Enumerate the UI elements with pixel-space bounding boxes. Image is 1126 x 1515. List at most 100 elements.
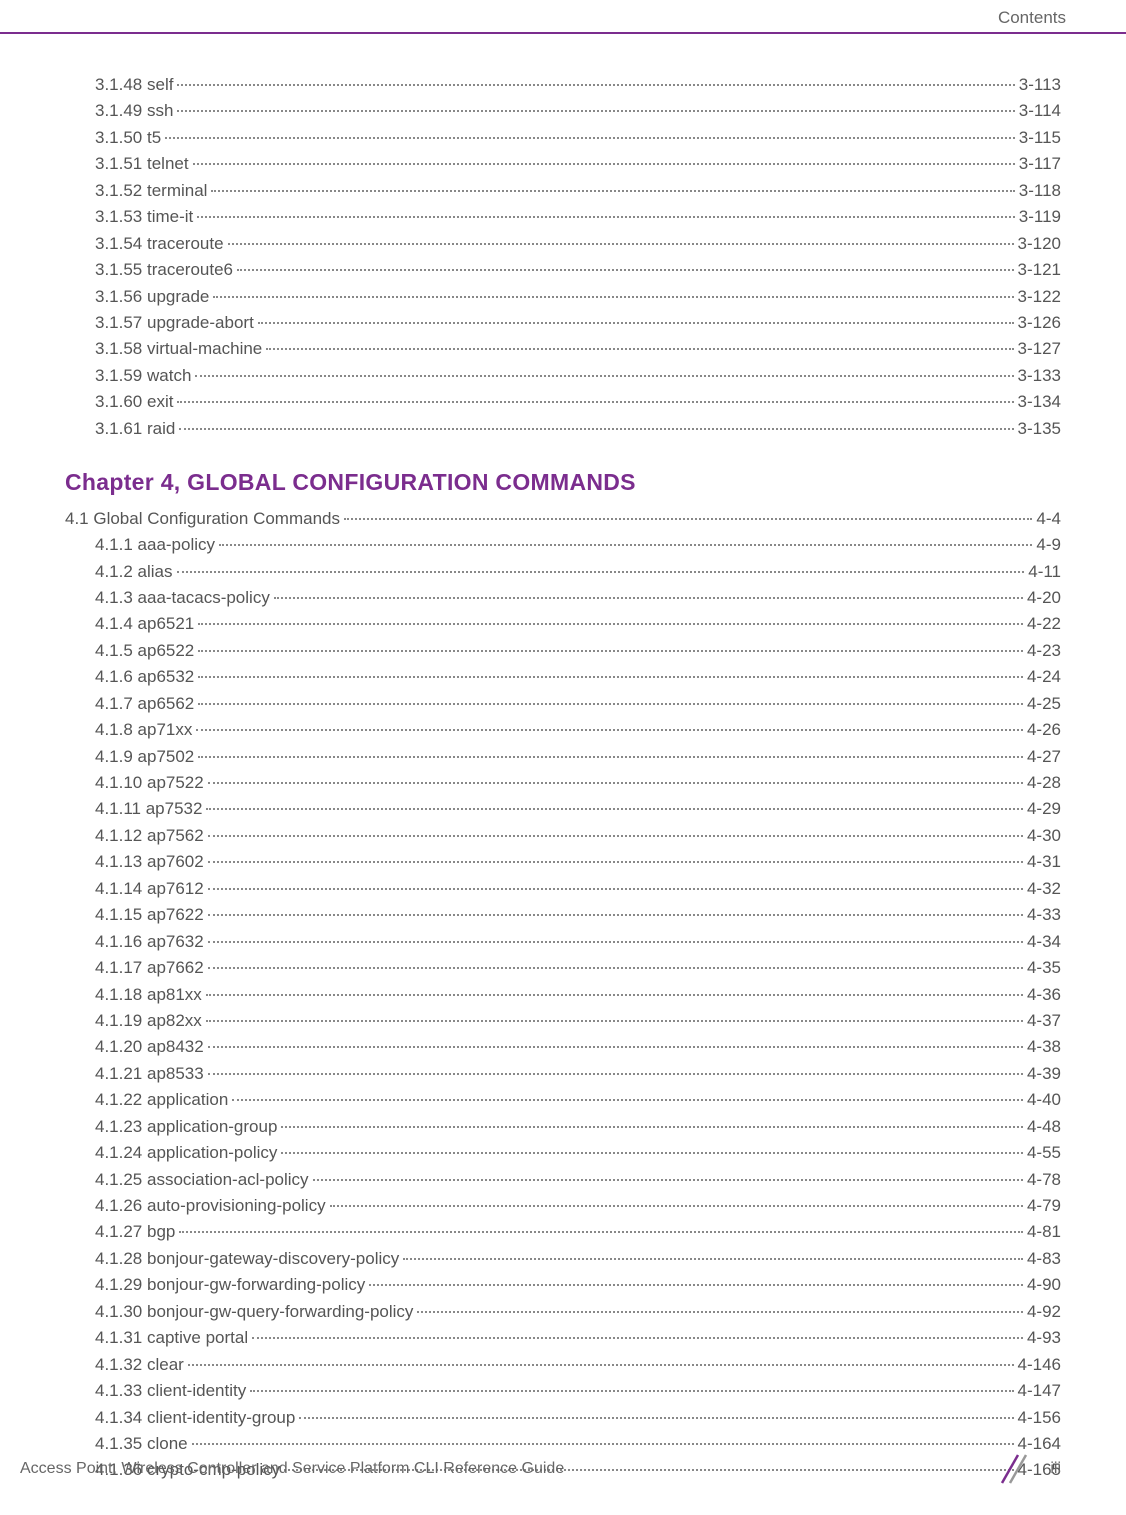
toc-entry[interactable]: 3.1.54 traceroute 3-120 (95, 233, 1061, 256)
toc-entry[interactable]: 4.1.6 ap6532 4-24 (95, 666, 1061, 689)
toc-entry-label: 3.1.51 telnet (95, 153, 189, 176)
toc-entry[interactable]: 4.1.17 ap7662 4-35 (95, 957, 1061, 980)
toc-entry-label: 4.1.1 aaa-policy (95, 534, 215, 557)
toc-leader-dots (193, 163, 1015, 165)
toc-leader-dots (208, 967, 1023, 969)
toc-entry[interactable]: 4.1.20 ap8432 4-38 (95, 1036, 1061, 1059)
toc-entry[interactable]: 4.1.21 ap8533 4-39 (95, 1063, 1061, 1086)
toc-entry[interactable]: 4.1.31 captive portal 4-93 (95, 1327, 1061, 1350)
toc-leader-dots (179, 428, 1013, 430)
toc-entry-label: 4.1.29 bonjour-gw-forwarding-policy (95, 1274, 365, 1297)
toc-entry[interactable]: 4.1.2 alias 4-11 (95, 561, 1061, 584)
toc-entry-label: 4.1.32 clear (95, 1354, 184, 1377)
toc-entry[interactable]: 4.1.27 bgp 4-81 (95, 1221, 1061, 1244)
toc-leader-dots (188, 1364, 1014, 1366)
toc-entry[interactable]: 4.1.30 bonjour-gw-query-forwarding-polic… (95, 1301, 1061, 1324)
toc-leader-dots (281, 1126, 1023, 1128)
toc-entry[interactable]: 4.1.33 client-identity 4-147 (95, 1380, 1061, 1403)
toc-entry[interactable]: 4.1.26 auto-provisioning-policy 4-79 (95, 1195, 1061, 1218)
toc-leader-dots (313, 1179, 1023, 1181)
toc-entry-label: 4.1.27 bgp (95, 1221, 175, 1244)
toc-entry[interactable]: 3.1.56 upgrade 3-122 (95, 286, 1061, 309)
toc-leader-dots (177, 84, 1014, 86)
toc-leader-dots (344, 518, 1032, 520)
toc-entry[interactable]: 4.1.12 ap7562 4-30 (95, 825, 1061, 848)
toc-entry[interactable]: 3.1.57 upgrade-abort 3-126 (95, 312, 1061, 335)
toc-leader-dots (266, 348, 1013, 350)
toc-entry-label: 3.1.55 traceroute6 (95, 259, 233, 282)
toc-entry[interactable]: 3.1.61 raid 3-135 (95, 418, 1061, 441)
toc-entry-label: 4.1.3 aaa-tacacs-policy (95, 587, 270, 610)
toc-entry-page: 4-34 (1027, 931, 1061, 954)
toc-entry[interactable]: 3.1.58 virtual-machine 3-127 (95, 338, 1061, 361)
toc-entry-label: 4.1.17 ap7662 (95, 957, 204, 980)
toc-entry[interactable]: 4.1.10 ap7522 4-28 (95, 772, 1061, 795)
toc-entry[interactable]: 4.1.23 application-group 4-48 (95, 1116, 1061, 1139)
toc-entry-page: 4-22 (1027, 613, 1061, 636)
toc-entry[interactable]: 4.1.13 ap7602 4-31 (95, 851, 1061, 874)
toc-entry[interactable]: 4.1.32 clear 4-146 (95, 1354, 1061, 1377)
toc-entry-label: 4.1 Global Configuration Commands (65, 508, 340, 531)
toc-entry-label: 4.1.13 ap7602 (95, 851, 204, 874)
toc-entry[interactable]: 3.1.59 watch 3-133 (95, 365, 1061, 388)
toc-entry[interactable]: 4.1.8 ap71xx 4-26 (95, 719, 1061, 742)
toc-entry[interactable]: 3.1.50 t5 3-115 (95, 127, 1061, 150)
toc-leader-dots (208, 835, 1023, 837)
toc-entry[interactable]: 3.1.53 time-it 3-119 (95, 206, 1061, 229)
toc-entry[interactable]: 3.1.49 ssh 3-114 (95, 100, 1061, 123)
toc-entry[interactable]: 4.1.9 ap7502 4-27 (95, 746, 1061, 769)
toc-entry[interactable]: 4.1 Global Configuration Commands 4-4 (65, 508, 1061, 531)
toc-entry-page: 4-39 (1027, 1063, 1061, 1086)
toc-entry-label: 4.1.5 ap6522 (95, 640, 194, 663)
toc-leader-dots (196, 729, 1023, 731)
toc-leader-dots (208, 1046, 1023, 1048)
toc-entry-label: 4.1.14 ap7612 (95, 878, 204, 901)
toc-entry-label: 3.1.50 t5 (95, 127, 161, 150)
toc-entry-page: 4-23 (1027, 640, 1061, 663)
toc-entry[interactable]: 4.1.29 bonjour-gw-forwarding-policy 4-90 (95, 1274, 1061, 1297)
toc-entry-page: 4-9 (1036, 534, 1061, 557)
toc-entry-page: 4-147 (1018, 1380, 1061, 1403)
toc-leader-dots (403, 1258, 1023, 1260)
toc-leader-dots (228, 243, 1014, 245)
toc-leader-dots (281, 1152, 1023, 1154)
toc-entry[interactable]: 4.1.18 ap81xx 4-36 (95, 984, 1061, 1007)
toc-entry[interactable]: 4.1.1 aaa-policy 4-9 (95, 534, 1061, 557)
toc-leader-dots (208, 1073, 1023, 1075)
toc-leader-dots (198, 703, 1023, 705)
toc-entry[interactable]: 4.1.7 ap6562 4-25 (95, 693, 1061, 716)
toc-entry[interactable]: 4.1.22 application 4-40 (95, 1089, 1061, 1112)
toc-entry-label: 4.1.10 ap7522 (95, 772, 204, 795)
toc-entry-page: 3-122 (1018, 286, 1061, 309)
toc-entry[interactable]: 4.1.19 ap82xx 4-37 (95, 1010, 1061, 1033)
toc-entry[interactable]: 3.1.60 exit 3-134 (95, 391, 1061, 414)
toc-entry-label: 3.1.48 self (95, 74, 173, 97)
toc-entry-page: 4-37 (1027, 1010, 1061, 1033)
toc-entry[interactable]: 4.1.28 bonjour-gateway-discovery-policy … (95, 1248, 1061, 1271)
toc-entry[interactable]: 4.1.24 application-policy 4-55 (95, 1142, 1061, 1165)
toc-entry-page: 4-29 (1027, 798, 1061, 821)
toc-entry-label: 4.1.31 captive portal (95, 1327, 248, 1350)
toc-entry[interactable]: 3.1.52 terminal 3-118 (95, 180, 1061, 203)
toc-entry[interactable]: 4.1.15 ap7622 4-33 (95, 904, 1061, 927)
toc-entry-page: 4-55 (1027, 1142, 1061, 1165)
toc-entry-label: 3.1.60 exit (95, 391, 173, 414)
toc-entry[interactable]: 3.1.55 traceroute6 3-121 (95, 259, 1061, 282)
toc-entry-page: 4-28 (1027, 772, 1061, 795)
toc-entry[interactable]: 3.1.51 telnet 3-117 (95, 153, 1061, 176)
toc-entry-page: 4-36 (1027, 984, 1061, 1007)
toc-entry[interactable]: 4.1.25 association-acl-policy 4-78 (95, 1169, 1061, 1192)
toc-entry[interactable]: 3.1.48 self 3-113 (95, 74, 1061, 97)
toc-entry[interactable]: 4.1.3 aaa-tacacs-policy 4-20 (95, 587, 1061, 610)
toc-entry[interactable]: 4.1.11 ap7532 4-29 (95, 798, 1061, 821)
toc-entry-label: 4.1.19 ap82xx (95, 1010, 202, 1033)
toc-entry-page: 4-81 (1027, 1221, 1061, 1244)
toc-section4: 4.1.1 aaa-policy 4-94.1.2 alias 4-114.1.… (65, 534, 1061, 1482)
toc-entry[interactable]: 4.1.34 client-identity-group 4-156 (95, 1407, 1061, 1430)
toc-entry-label: 4.1.2 alias (95, 561, 173, 584)
toc-entry[interactable]: 4.1.16 ap7632 4-34 (95, 931, 1061, 954)
toc-entry-page: 4-35 (1027, 957, 1061, 980)
toc-entry[interactable]: 4.1.5 ap6522 4-23 (95, 640, 1061, 663)
toc-entry[interactable]: 4.1.4 ap6521 4-22 (95, 613, 1061, 636)
toc-entry[interactable]: 4.1.14 ap7612 4-32 (95, 878, 1061, 901)
